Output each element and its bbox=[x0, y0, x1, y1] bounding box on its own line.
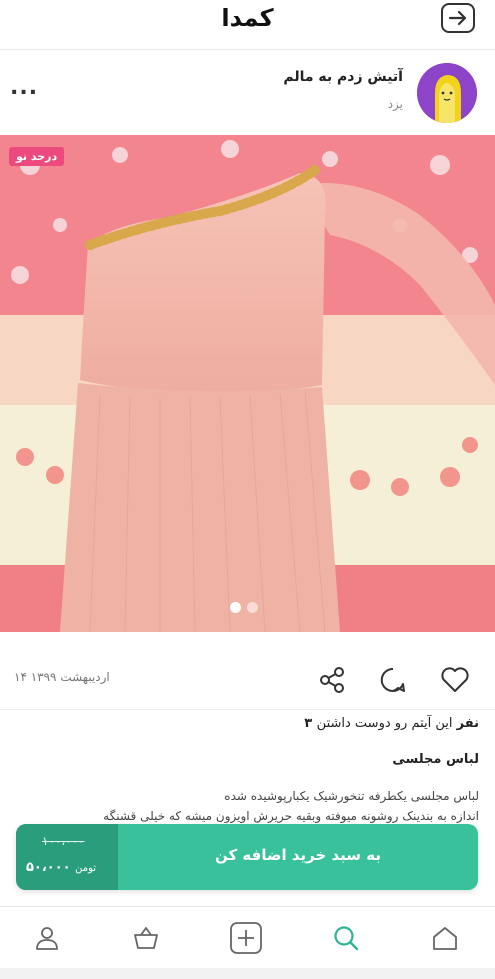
heart-icon[interactable] bbox=[438, 663, 472, 697]
search-icon[interactable] bbox=[329, 921, 363, 955]
add-icon[interactable] bbox=[229, 921, 263, 955]
comment-icon[interactable] bbox=[376, 663, 410, 697]
product-description: لباس مجلسی یکطرفه تنخورشیک یکبارپوشیده ش… bbox=[9, 786, 479, 826]
description-line: لباس مجلسی یکطرفه تنخورشیک یکبارپوشیده ش… bbox=[224, 789, 479, 803]
basket-icon[interactable] bbox=[129, 921, 163, 955]
action-row: ۱۴ اردیبهشت ۱۳۹۹ bbox=[0, 650, 495, 710]
more-options-icon[interactable]: ... bbox=[10, 75, 38, 100]
share-icon[interactable] bbox=[315, 663, 349, 697]
add-to-cart-label: به سبد خرید اضافه کن bbox=[214, 846, 381, 864]
home-icon[interactable] bbox=[428, 921, 462, 955]
old-price: ۱۰۰،۰۰۰ bbox=[42, 834, 85, 848]
back-button[interactable] bbox=[441, 3, 475, 33]
top-bar: کمدا bbox=[0, 0, 495, 50]
seller-header: آتیش زدم به مالم یزد ... bbox=[0, 51, 495, 135]
add-to-cart-button[interactable]: ۱۰۰،۰۰۰ تومن ۵۰،۰۰۰ به سبد خرید اضافه کن bbox=[16, 824, 478, 890]
seller-name[interactable]: آتیش زدم به مالم bbox=[283, 69, 403, 85]
seller-city: یزد bbox=[387, 97, 403, 111]
new-price-value: ۵۰،۰۰۰ bbox=[26, 860, 71, 875]
pagination-dot-active[interactable] bbox=[230, 602, 241, 613]
product-title: لباس مجلسی bbox=[392, 752, 479, 767]
condition-badge: درحد نو bbox=[9, 147, 65, 166]
app-logo: کمدا bbox=[221, 4, 274, 32]
seller-avatar[interactable] bbox=[417, 63, 477, 123]
price-box: ۱۰۰،۰۰۰ تومن ۵۰،۰۰۰ bbox=[16, 824, 118, 890]
system-bar bbox=[0, 968, 495, 979]
likes-summary[interactable]: ۳ نفر این آیتم رو دوست داشتن bbox=[304, 716, 479, 731]
currency-label: تومن bbox=[75, 863, 97, 874]
bottom-navigation bbox=[0, 906, 495, 968]
new-price: تومن ۵۰،۰۰۰ bbox=[26, 860, 96, 875]
arrow-right-icon bbox=[449, 10, 467, 26]
pagination-dot[interactable] bbox=[247, 602, 258, 613]
profile-icon[interactable] bbox=[30, 921, 64, 955]
image-pagination bbox=[230, 602, 258, 613]
likes-text: این آیتم رو دوست داشتن bbox=[316, 716, 453, 731]
product-image[interactable] bbox=[0, 135, 495, 632]
post-date: ۱۴ اردیبهشت ۱۳۹۹ bbox=[14, 670, 110, 684]
description-line: اندازه به بندینک روشونه میوفته وبقیه حری… bbox=[103, 809, 479, 823]
